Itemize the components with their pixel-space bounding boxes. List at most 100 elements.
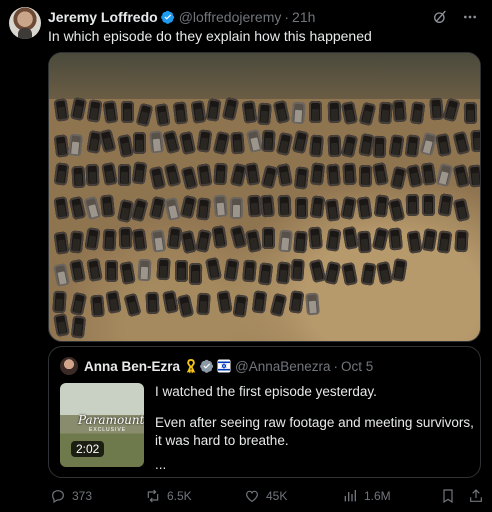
burned-car <box>229 196 243 220</box>
burned-car <box>359 165 373 188</box>
burned-car <box>327 135 342 158</box>
burned-car <box>137 258 152 281</box>
burned-car <box>71 165 86 188</box>
burned-car <box>260 194 276 218</box>
burned-car <box>196 163 213 187</box>
burned-car <box>118 226 133 249</box>
reply-button[interactable]: 373 <box>50 486 92 506</box>
quoted-paragraph-2: Even after seeing raw footage and meetin… <box>155 415 474 448</box>
burned-car <box>189 263 203 286</box>
burned-car <box>373 194 390 218</box>
views-count: 1.6M <box>364 489 391 503</box>
yellow-ribbon-icon <box>186 358 196 374</box>
separator-dot: · <box>284 9 290 25</box>
burned-car <box>387 227 404 251</box>
burned-car <box>148 130 165 155</box>
burned-car <box>308 100 322 123</box>
verified-icon <box>160 10 174 24</box>
burned-car <box>436 230 453 254</box>
burned-car <box>372 135 387 159</box>
burned-car <box>117 164 131 187</box>
flag-icon <box>217 359 231 373</box>
video-duration: 2:02 <box>71 441 105 457</box>
author-avatar[interactable] <box>9 7 41 39</box>
burned-car <box>166 226 183 251</box>
burned-car <box>102 229 117 252</box>
post-image[interactable] <box>48 52 481 342</box>
burned-car <box>429 97 444 121</box>
burned-car <box>262 226 276 249</box>
bookmark-button[interactable] <box>440 486 456 506</box>
author-handle[interactable]: @loffredojeremy <box>179 9 282 25</box>
tweet[interactable]: Jeremy Loffredo @loffredojeremy · 21h In… <box>0 0 492 512</box>
quoted-author-handle[interactable]: @AnnaBenezra <box>235 359 331 374</box>
quoted-paragraph-1: I watched the first episode yesterday. <box>155 384 377 399</box>
burned-car <box>324 197 341 222</box>
burned-car <box>327 100 341 123</box>
burned-car <box>359 261 377 286</box>
burned-car <box>230 131 245 155</box>
author-name[interactable]: Jeremy Loffredo <box>48 9 158 25</box>
burned-car <box>104 259 118 282</box>
burned-car <box>213 162 229 186</box>
burned-car <box>241 259 257 283</box>
burned-car <box>241 100 258 124</box>
burned-car <box>325 163 341 187</box>
burned-car <box>420 162 437 187</box>
burned-car <box>52 290 67 314</box>
quoted-date[interactable]: Oct 5 <box>341 359 373 374</box>
burned-car <box>121 101 135 124</box>
post-time[interactable]: 21h <box>292 9 315 25</box>
org-badge-icon <box>200 359 214 373</box>
burned-car <box>295 196 309 219</box>
repost-icon <box>147 489 159 503</box>
burned-car <box>257 102 273 126</box>
burned-car <box>133 131 147 154</box>
reply-icon <box>52 490 64 504</box>
like-icon <box>246 490 258 503</box>
separator-dot: · <box>333 358 339 374</box>
burned-car <box>85 163 100 187</box>
burned-car <box>53 196 70 221</box>
quoted-tweet[interactable]: Anna Ben-Ezra @AnnaBenezra · Oct 5 Param… <box>48 346 481 478</box>
burned-car <box>155 258 171 281</box>
burned-car <box>174 260 188 283</box>
views-button[interactable]: 1.6M <box>342 486 391 506</box>
quoted-header: Anna Ben-Ezra @AnnaBenezra · Oct 5 <box>84 357 373 375</box>
burned-car <box>251 289 268 314</box>
burned-car <box>377 102 393 125</box>
burned-car <box>305 292 320 316</box>
share-icon <box>470 489 482 502</box>
quoted-video-thumbnail[interactable]: Paramount+ EXCLUSIVE 2:02 <box>60 383 144 467</box>
burned-car <box>291 101 307 125</box>
burned-car <box>308 226 324 250</box>
burned-car <box>293 166 309 190</box>
burned-car <box>454 229 469 253</box>
like-button[interactable]: 45K <box>244 486 287 506</box>
burned-car <box>292 230 308 254</box>
repost-count: 6.5K <box>167 489 192 503</box>
reply-count: 373 <box>72 489 93 503</box>
burned-car <box>212 194 228 218</box>
burned-car <box>145 291 160 315</box>
burned-car <box>290 258 305 281</box>
share-button[interactable] <box>468 486 484 506</box>
repost-button[interactable]: 6.5K <box>145 486 192 506</box>
burned-car <box>100 193 116 218</box>
more-icon[interactable] <box>462 9 478 25</box>
burned-car <box>69 230 85 255</box>
burned-car <box>277 194 292 217</box>
burned-car <box>288 290 305 314</box>
burned-car <box>150 228 167 253</box>
quoted-avatar[interactable] <box>60 357 78 375</box>
burned-car <box>89 294 105 318</box>
header-actions <box>432 9 478 25</box>
burned-car <box>421 194 435 217</box>
grok-icon[interactable] <box>432 9 448 25</box>
quoted-author-name[interactable]: Anna Ben-Ezra <box>84 359 180 374</box>
quoted-text: I watched the first episode yesterday. E… <box>155 383 475 487</box>
burned-car <box>309 162 325 186</box>
burned-car <box>342 162 357 186</box>
tweet-header: Jeremy Loffredo @loffredojeremy · 21h <box>48 7 482 27</box>
burned-car <box>172 101 188 125</box>
